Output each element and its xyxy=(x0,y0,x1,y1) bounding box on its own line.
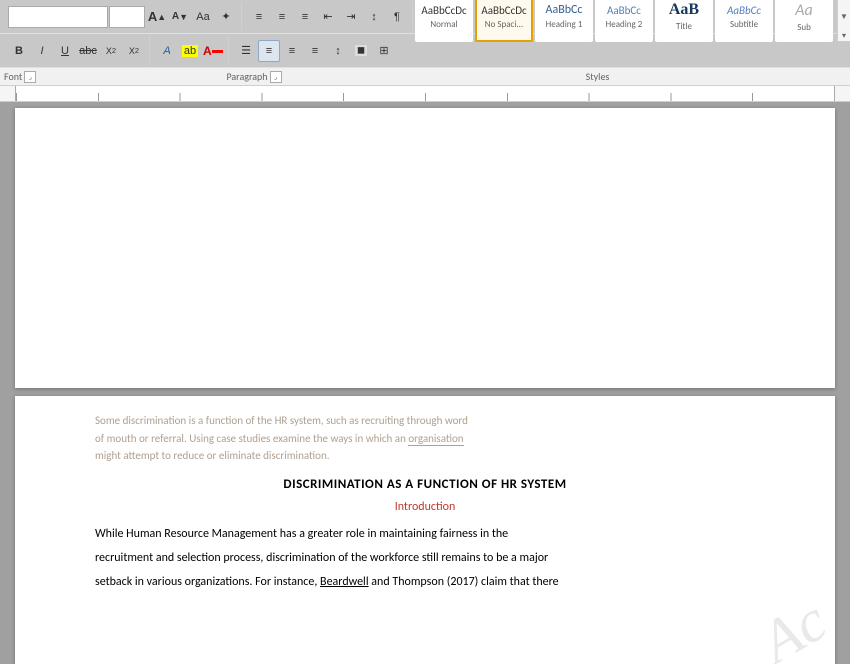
change-case-icon: Aa xyxy=(196,11,209,23)
intro-heading: Introduction xyxy=(95,500,755,514)
style-subtitle-preview: AaBbCc xyxy=(727,4,761,17)
paragraph-section-label: Paragraph ⌟ xyxy=(159,70,349,83)
decrease-indent-button[interactable]: ⇤ xyxy=(317,6,339,28)
body-para-2: recruitment and selection process, discr… xyxy=(95,546,755,570)
underline-button[interactable]: U xyxy=(54,40,76,62)
sort-icon: ↕ xyxy=(371,11,377,23)
numbering-button[interactable]: ≡ xyxy=(271,6,293,28)
font-section-label: Font ⌟ xyxy=(4,70,159,83)
organisation-link[interactable]: organisation xyxy=(408,432,463,446)
change-case-button[interactable]: Aa xyxy=(192,6,214,28)
shading-button[interactable]: ◼ xyxy=(350,40,372,62)
style-title-preview: AaB xyxy=(669,1,699,19)
shrink-icon: A xyxy=(172,11,179,22)
app-window: Calibri 11 A ▲ A ▼ Aa ✦ ≡ ≡ xyxy=(0,0,850,664)
doc-title: DISCRIMINATION AS A FUNCTION OF HR SYSTE… xyxy=(95,477,755,492)
bullets-icon: ≡ xyxy=(256,11,262,23)
align-right-icon: ≡ xyxy=(289,45,295,57)
shading-icon: ◼ xyxy=(355,45,367,56)
style-title-label: Title xyxy=(676,21,692,32)
numbering-icon: ≡ xyxy=(279,11,285,23)
multilevel-button[interactable]: ≡ xyxy=(294,6,316,28)
font-group: Calibri 11 A ▲ A ▼ Aa ✦ xyxy=(4,2,242,31)
text-effect-button[interactable]: A xyxy=(156,40,178,62)
toolbar-row2: B I U abc X2 X2 A ab A ☰ ≡ xyxy=(0,34,850,68)
text-highlight-button[interactable]: ab xyxy=(179,40,201,62)
justify-icon: ≡ xyxy=(312,45,318,57)
align-center-icon: ≡ xyxy=(266,45,272,57)
highlight-icon: ab xyxy=(182,45,198,57)
style-h1-label: Heading 1 xyxy=(546,19,583,30)
increase-indent-icon: ⇥ xyxy=(346,10,355,23)
bold-button[interactable]: B xyxy=(8,40,30,62)
line-spacing-button[interactable]: ↕ xyxy=(327,40,349,62)
superscript-button[interactable]: X2 xyxy=(123,40,145,62)
gallery-up-icon: ▲ xyxy=(840,0,848,3)
styles-section-label: Styles xyxy=(349,70,846,83)
paragraph-expand-button[interactable]: ⌟ xyxy=(270,71,282,83)
doc-body: While Human Resource Management has a gr… xyxy=(95,522,755,594)
increase-indent-button[interactable]: ⇥ xyxy=(340,6,362,28)
sort-button[interactable]: ↕ xyxy=(363,6,385,28)
style-h1-preview: AaBbCc xyxy=(546,3,583,17)
align-left-icon: ☰ xyxy=(241,44,251,57)
decrease-indent-icon: ⇤ xyxy=(323,10,332,23)
style-subtitle-label: Subtitle xyxy=(730,19,758,30)
align-center-button[interactable]: ≡ xyxy=(258,40,280,62)
italic-button[interactable]: I xyxy=(31,40,53,62)
section-labels-row: Font ⌟ Paragraph ⌟ Styles xyxy=(0,68,850,86)
strikethrough-button[interactable]: abc xyxy=(77,40,99,62)
shrink-icon-small: ▼ xyxy=(179,12,188,22)
font-expand-button[interactable]: ⌟ xyxy=(24,71,36,83)
grow-font-button[interactable]: A ▲ xyxy=(146,6,168,28)
gallery-down-icon: ▼ xyxy=(840,12,848,22)
borders-button[interactable]: ⊞ xyxy=(373,40,395,62)
paragraph-group-row1: ≡ ≡ ≡ ⇤ ⇥ ↕ ¶ xyxy=(244,2,413,31)
page-2: Some discrimination is a function of the… xyxy=(15,396,835,664)
style-sub-label: Sub xyxy=(797,22,811,33)
gray-para: Some discrimination is a function of the… xyxy=(95,412,755,465)
paragraph-format-group: ☰ ≡ ≡ ≡ ↕ ◼ ⊞ xyxy=(231,36,399,65)
pilcrow-icon: ¶ xyxy=(394,11,400,23)
clear-formatting-button[interactable]: ✦ xyxy=(215,6,237,28)
style-normal-label: Normal xyxy=(430,19,457,30)
style-normal-preview: AaBbCcDc xyxy=(421,4,466,17)
style-h2-preview: AaBbCc xyxy=(607,4,641,17)
content-area: Some discrimination is a function of the… xyxy=(0,102,850,664)
subscript-button[interactable]: X2 xyxy=(100,40,122,62)
style-nospace-label: No Spaci... xyxy=(485,19,523,30)
ruler xyxy=(0,86,850,102)
style-h2-label: Heading 2 xyxy=(606,19,643,30)
align-right-button[interactable]: ≡ xyxy=(281,40,303,62)
show-para-button[interactable]: ¶ xyxy=(386,6,408,28)
clear-format-icon: ✦ xyxy=(221,10,230,23)
beardwell-link: Beardwell xyxy=(320,575,369,589)
font-format-group: B I U abc X2 X2 xyxy=(4,36,150,65)
style-sub-preview: Aa xyxy=(795,1,812,20)
font-name-input[interactable]: Calibri xyxy=(8,6,108,28)
align-left-button[interactable]: ☰ xyxy=(235,40,257,62)
line-spacing-icon: ↕ xyxy=(335,45,341,57)
grow-icon: A xyxy=(148,9,157,24)
body-para-3: setback in various organizations. For in… xyxy=(95,570,755,594)
page-1 xyxy=(15,108,835,388)
multilevel-icon: ≡ xyxy=(302,11,308,23)
ruler-inner xyxy=(15,86,835,101)
grow-icon-small: ▲ xyxy=(157,12,166,22)
watermark: Ac xyxy=(749,586,838,664)
font-color-button[interactable]: A xyxy=(202,40,224,62)
body-para-1: While Human Resource Management has a gr… xyxy=(95,522,755,546)
style-nospace-preview: AaBbCcDc xyxy=(481,4,526,17)
font-size-input[interactable]: 11 xyxy=(109,6,145,28)
bullets-button[interactable]: ≡ xyxy=(248,6,270,28)
justify-button[interactable]: ≡ xyxy=(304,40,326,62)
text-effects-group: A ab A xyxy=(152,36,229,65)
borders-icon: ⊞ xyxy=(379,44,388,57)
toolbar-row1: Calibri 11 A ▲ A ▼ Aa ✦ ≡ ≡ xyxy=(0,0,850,34)
shrink-font-button[interactable]: A ▼ xyxy=(169,6,191,28)
